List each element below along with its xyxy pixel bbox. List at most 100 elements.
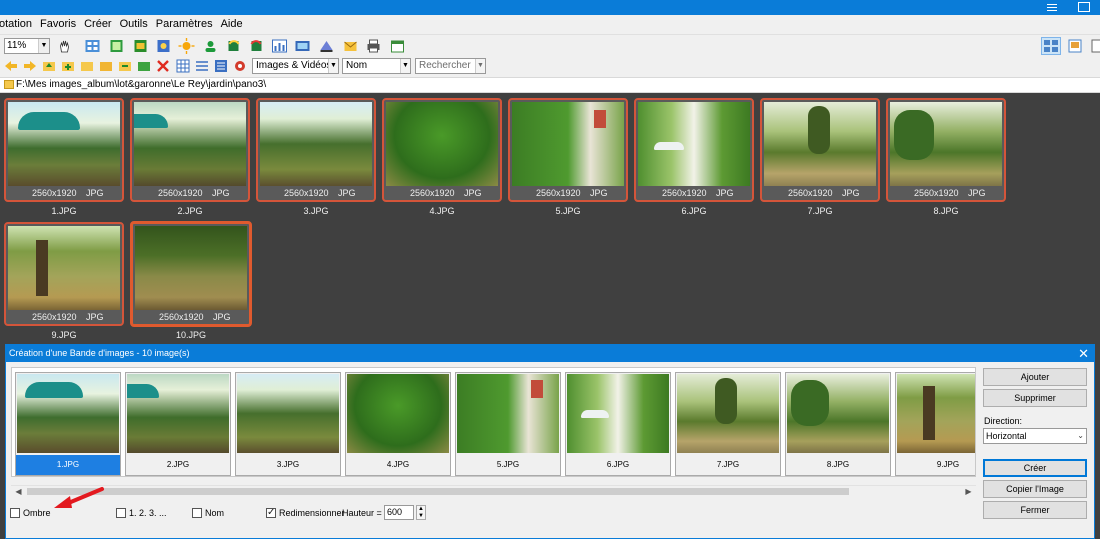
search-input[interactable]: Rechercher ▼ [415,58,486,74]
filter-icon[interactable] [233,59,247,73]
email-icon[interactable] [342,38,359,54]
remove-button[interactable]: Supprimer [983,389,1087,407]
scrollbar-thumb[interactable] [27,488,849,495]
thumbnail-7[interactable]: 2560x1920 JPG [760,98,880,202]
name-option[interactable]: Nom [192,505,224,521]
folder-open-icon[interactable] [99,59,113,73]
thumbnail-10[interactable]: 2560x1920 JPG [130,221,252,327]
strip-item-5[interactable]: 5.JPG [455,372,561,476]
strip-scrollbar[interactable]: ◀ ▶ [11,485,976,496]
user-icon[interactable] [202,38,219,54]
restore-icon[interactable] [1078,2,1090,12]
scroll-left-icon[interactable]: ◀ [13,486,24,497]
height-stepper[interactable]: ▲ ▼ [416,505,426,520]
image-export-icon[interactable] [132,38,149,54]
numbering-checkbox[interactable] [116,508,126,518]
sort-select[interactable]: Nom ▼ [342,58,411,74]
calendar-icon[interactable] [389,38,406,54]
scanner-icon[interactable] [318,38,335,54]
title-bar [0,0,1100,15]
resize-checkbox[interactable] [266,506,276,520]
path-bar[interactable]: F:\Mes images_album\lot&garonne\Le Rey\j… [0,77,1100,93]
image-edit-icon[interactable] [155,38,172,54]
create-button[interactable]: Créer [983,459,1087,477]
name-label: Nom [205,508,225,518]
scroll-right-icon[interactable]: ▶ [963,486,974,497]
photo-thumbnail [897,374,975,453]
hand-pan-icon[interactable] [56,38,73,54]
view-fullscreen-icon[interactable] [1088,37,1100,55]
strip-item-label: 3.JPG [236,455,340,475]
thumbnail-6[interactable]: 2560x1920 JPG [634,98,754,202]
menu-icon[interactable] [1046,2,1058,12]
strip-item-8[interactable]: 8.JPG [785,372,891,476]
photo-thumbnail [260,102,372,186]
brightness-icon[interactable] [178,38,195,54]
list-view-icon[interactable] [195,59,209,73]
direction-select[interactable]: Horizontal ⌄ [983,428,1087,444]
strip-item-7[interactable]: 7.JPG [675,372,781,476]
shadow-option[interactable]: Ombre [10,505,51,521]
chevron-down-icon: ▼ [400,59,410,73]
photo-thumbnail [567,374,669,453]
close-button[interactable]: Fermer [983,501,1087,519]
thumbnail-label: 9.JPG [51,330,77,340]
menu-parametres[interactable]: Paramètres [152,15,217,34]
strip-item-1[interactable]: 1.JPG [15,372,121,476]
menu-outils[interactable]: Outils [116,15,152,34]
photo-thumbnail [135,226,247,310]
thumbnail-1[interactable]: 2560x1920 JPG [4,98,124,202]
name-checkbox[interactable] [192,508,202,518]
histogram-icon[interactable] [271,38,288,54]
strip-item-2[interactable]: 2.JPG [125,372,231,476]
folder-up-icon[interactable] [42,59,56,73]
thumbnail-5[interactable]: 2560x1920 JPG [508,98,628,202]
folder-move-icon[interactable] [137,59,151,73]
shadow-checkbox[interactable] [10,508,20,518]
strip-item-label: 9.JPG [896,455,975,475]
strip-item-label: 6.JPG [566,455,670,475]
menu-bar: otation Favoris Créer Outils Paramètres … [0,15,1100,34]
rotate-right-icon[interactable] [248,38,265,54]
view-preview-icon[interactable] [1065,37,1085,55]
numbering-option[interactable]: 1. 2. 3. ... [116,505,167,521]
height-input[interactable]: 600 [384,505,414,520]
strip-item-6[interactable]: 6.JPG [565,372,671,476]
thumbnails-icon[interactable] [84,38,101,54]
image-strip-dialog: Création d'une Bande d'images - 10 image… [5,344,1095,539]
copy-image-button[interactable]: Copier l'Image [983,480,1087,498]
thumbnail-4[interactable]: 2560x1920 JPG [382,98,502,202]
thumbnail-label: 5.JPG [555,206,581,216]
delete-icon[interactable] [156,59,170,73]
thumbnail-2[interactable]: 2560x1920 JPG [130,98,250,202]
print-icon[interactable] [365,38,382,54]
menu-favoris[interactable]: Favoris [36,15,80,34]
rotate-left-icon[interactable] [225,38,242,54]
close-icon[interactable]: ✕ [1078,345,1089,362]
media-filter-select[interactable]: Images & Vidéos ▼ [252,58,339,74]
grid-view-icon[interactable] [176,59,190,73]
menu-creer[interactable]: Créer [80,15,116,34]
menu-rotation[interactable]: otation [0,15,36,34]
strip-item-9[interactable]: 9.JPG [895,372,975,476]
details-view-icon[interactable] [214,59,228,73]
strip-item-3[interactable]: 3.JPG [235,372,341,476]
forward-arrow-icon[interactable] [23,59,37,73]
add-image-icon[interactable] [108,38,125,54]
resize-option[interactable]: Redimensionner [266,505,345,521]
menu-aide[interactable]: Aide [217,15,247,34]
thumbnail-3[interactable]: 2560x1920 JPG [256,98,376,202]
slideshow-icon[interactable] [294,38,311,54]
thumbnail-8[interactable]: 2560x1920 JPG [886,98,1006,202]
view-thumbnails-icon[interactable] [1041,37,1061,55]
add-button[interactable]: Ajouter [983,368,1087,386]
back-arrow-icon[interactable] [4,59,18,73]
folder-new-icon[interactable] [61,59,75,73]
strip-item-label: 4.JPG [346,455,450,475]
thumbnail-9[interactable]: 2560x1920 JPG [4,222,124,326]
folder-copy-icon[interactable] [118,59,132,73]
zoom-select[interactable]: 11% ▼ [4,38,50,54]
photo-thumbnail [638,102,750,186]
strip-item-4[interactable]: 4.JPG [345,372,451,476]
folder-icon[interactable] [80,59,94,73]
